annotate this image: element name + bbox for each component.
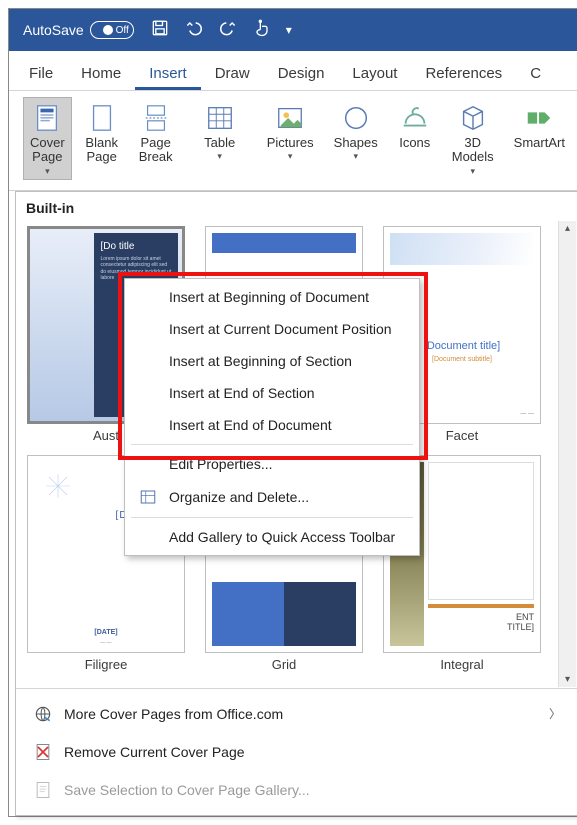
tab-layout[interactable]: Layout xyxy=(338,55,411,90)
tab-cut[interactable]: C xyxy=(516,55,543,90)
blank-page-icon xyxy=(87,102,117,134)
thumb-label: Aust xyxy=(93,428,119,443)
footer-label: Remove Current Cover Page xyxy=(64,744,245,760)
menu-organize-delete[interactable]: Organize and Delete... xyxy=(125,480,419,514)
tab-design[interactable]: Design xyxy=(264,55,339,90)
page-icon xyxy=(32,780,54,800)
cube-icon xyxy=(458,102,488,134)
icons-button[interactable]: Icons xyxy=(391,97,439,180)
table-icon xyxy=(205,102,235,134)
gallery-body: ▴ ▾ [Do title Lorem ipsum dolor sit amet… xyxy=(16,220,577,688)
touch-mode-icon[interactable] xyxy=(252,18,272,43)
autosave-state: Off xyxy=(116,25,129,36)
blank-page-label: Blank Page xyxy=(85,136,118,165)
thumb-label: Grid xyxy=(272,657,297,672)
menu-separator xyxy=(131,517,413,518)
smartart-button[interactable]: SmartArt xyxy=(507,97,572,180)
tab-references[interactable]: References xyxy=(411,55,516,90)
chevron-down-icon: ▾ xyxy=(45,166,50,177)
3d-models-label: 3D Models xyxy=(452,136,494,165)
thumb-placeholder: [Do title xyxy=(100,241,172,252)
table-label: Table xyxy=(204,136,235,150)
chevron-down-icon: ▾ xyxy=(470,166,475,177)
shapes-icon xyxy=(341,102,371,134)
smartart-icon xyxy=(524,102,554,134)
save-icon[interactable] xyxy=(150,18,170,43)
page-break-label: Page Break xyxy=(139,136,173,165)
ribbon-group-illustrations: Pictures ▾ Shapes ▾ Icons 3D Mo xyxy=(252,97,577,180)
redo-icon[interactable] xyxy=(218,18,238,43)
quick-access-toolbar: ▾ xyxy=(150,18,292,43)
globe-icon xyxy=(32,704,54,724)
chevron-down-icon: ▾ xyxy=(217,151,222,162)
gallery-footer: More Cover Pages from Office.com 〉 Remov… xyxy=(16,688,577,815)
blank-page-button[interactable]: Blank Page xyxy=(78,97,126,180)
autosave-toggle[interactable]: AutoSave Off xyxy=(23,21,134,39)
pictures-icon xyxy=(275,102,305,134)
table-button[interactable]: Table ▾ xyxy=(196,97,244,180)
icons-label: Icons xyxy=(399,136,430,150)
menu-label: Organize and Delete... xyxy=(169,489,309,505)
cover-page-label: Cover Page xyxy=(30,136,65,165)
thumb-title: ENT TITLE] xyxy=(428,612,534,632)
ribbon-tabs: File Home Insert Draw Design Layout Refe… xyxy=(9,51,577,91)
chevron-right-icon: 〉 xyxy=(549,705,561,722)
smartart-label: SmartArt xyxy=(514,136,565,150)
menu-add-to-qat[interactable]: Add Gallery to Quick Access Toolbar xyxy=(125,521,419,553)
organize-icon xyxy=(137,488,159,506)
thumb-label: Filigree xyxy=(85,657,128,672)
qat-overflow-icon[interactable]: ▾ xyxy=(286,23,292,37)
undo-icon[interactable] xyxy=(184,18,204,43)
app-window: AutoSave Off ▾ File Home Insert xyxy=(8,8,577,817)
footer-label: More Cover Pages from Office.com xyxy=(64,706,283,722)
cover-page-button[interactable]: Cover Page ▾ xyxy=(23,97,72,180)
autosave-label: AutoSave xyxy=(23,22,84,38)
ribbon: Cover Page ▾ Blank Page Page Break xyxy=(9,91,577,191)
footer-more-cover-pages[interactable]: More Cover Pages from Office.com 〉 xyxy=(16,695,577,733)
page-break-button[interactable]: Page Break xyxy=(132,97,180,180)
3d-models-button[interactable]: 3D Models ▾ xyxy=(445,97,501,180)
shapes-label: Shapes xyxy=(334,136,378,150)
ribbon-group-pages: Cover Page ▾ Blank Page Page Break xyxy=(15,97,188,180)
footer-save-selection: Save Selection to Cover Page Gallery... xyxy=(16,771,577,809)
titlebar: AutoSave Off ▾ xyxy=(9,9,577,51)
autosave-switch[interactable]: Off xyxy=(90,21,134,39)
tab-file[interactable]: File xyxy=(15,55,67,90)
cover-page-gallery: Built-in ▴ ▾ [Do title Lorem xyxy=(15,191,577,816)
gallery-heading: Built-in xyxy=(16,192,577,220)
thumb-label: Integral xyxy=(440,657,483,672)
icons-icon xyxy=(400,102,430,134)
shapes-button[interactable]: Shapes ▾ xyxy=(327,97,385,180)
annotation-highlight-box xyxy=(118,272,428,460)
menu-label: Add Gallery to Quick Access Toolbar xyxy=(169,529,395,545)
pictures-label: Pictures xyxy=(267,136,314,150)
remove-page-icon xyxy=(32,742,54,762)
chevron-down-icon: ▾ xyxy=(353,151,358,162)
page-break-icon xyxy=(141,102,171,134)
thumb-label: Facet xyxy=(446,428,479,443)
tab-home[interactable]: Home xyxy=(67,55,135,90)
ribbon-group-table: Table ▾ xyxy=(188,97,252,180)
tab-insert[interactable]: Insert xyxy=(135,55,201,90)
page-icon xyxy=(32,102,62,134)
footer-label: Save Selection to Cover Page Gallery... xyxy=(64,782,310,798)
footer-remove-cover-page[interactable]: Remove Current Cover Page xyxy=(16,733,577,771)
chevron-down-icon: ▾ xyxy=(288,151,293,162)
tab-draw[interactable]: Draw xyxy=(201,55,264,90)
pictures-button[interactable]: Pictures ▾ xyxy=(260,97,321,180)
switch-knob xyxy=(103,25,113,35)
